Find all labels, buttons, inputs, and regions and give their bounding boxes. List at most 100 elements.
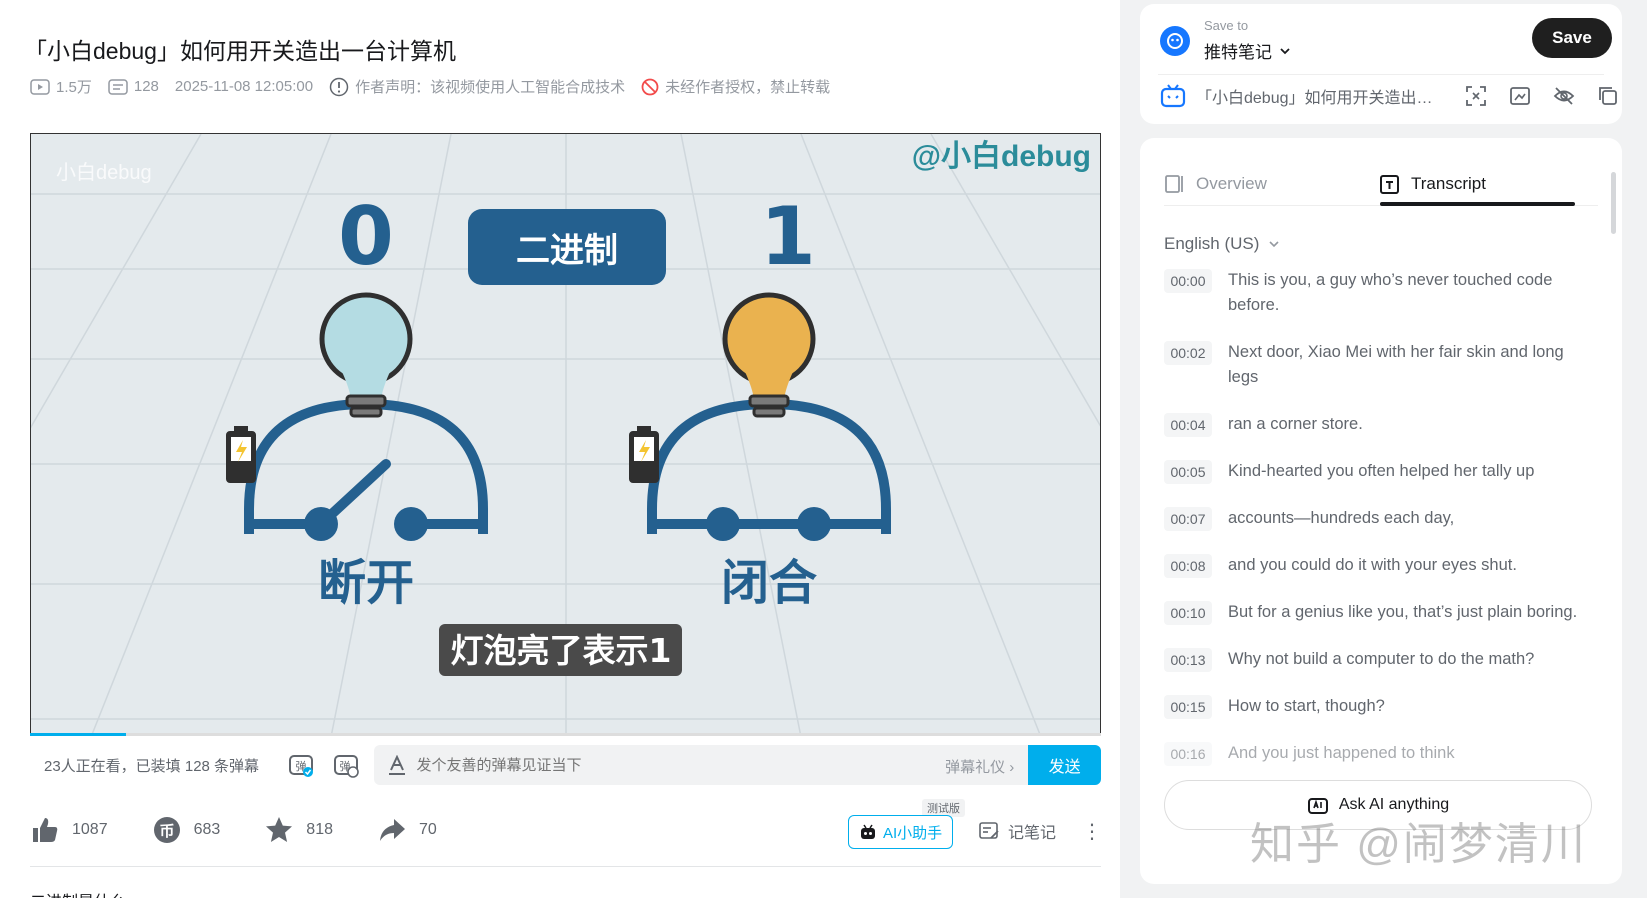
transcript-text: Why not build a computer to do the math?	[1228, 650, 1535, 668]
coin-icon: 币	[153, 817, 180, 843]
tab-overview[interactable]: Overview	[1164, 166, 1267, 202]
active-tab-indicator	[1380, 202, 1575, 206]
thumbs-up-icon	[33, 818, 58, 842]
ai-statement: 作者声明：该视频使用人工智能合成技术	[329, 76, 625, 97]
transcript-line[interactable]: 00:08 and you could do it with your eyes …	[1164, 553, 1594, 578]
danmaku-count-icon	[108, 78, 128, 95]
tab-overview-label: Overview	[1196, 174, 1267, 193]
save-target-select[interactable]: 推特笔记	[1204, 38, 1292, 63]
hide-eye-icon[interactable]	[1552, 84, 1576, 108]
transcript-timestamp[interactable]: 00:16	[1164, 742, 1212, 766]
video-frame: @小白debug 小白debug 二进制 0 1 断开 闭合 灯泡亮了表示1	[31, 134, 1100, 735]
danmaku-input-wrap: 弹幕礼仪 ›	[374, 745, 1029, 785]
transcript-line[interactable]: 00:04 ran a corner store.	[1164, 412, 1594, 437]
video-title: 「小白debug」如何用开关造出一台计算机	[24, 38, 456, 64]
views-stat: 1.5万	[30, 76, 92, 97]
transcript-text: But for a genius like you, that’s just p…	[1228, 603, 1578, 621]
transcript-timestamp[interactable]: 00:00	[1164, 269, 1212, 293]
transcript-timestamp[interactable]: 00:13	[1164, 648, 1212, 672]
transcript-timestamp[interactable]: 00:05	[1164, 460, 1212, 484]
danmaku-input[interactable]	[416, 756, 877, 774]
transcript-line[interactable]: 00:05 Kind-hearted you often helped her t…	[1164, 459, 1594, 484]
transcript-timestamp[interactable]: 00:10	[1164, 601, 1212, 625]
save-panel: Save to 推特笔记 Save 「小白debug」如何用开关造出一台计算机	[1140, 4, 1622, 124]
tab-transcript-label: Transcript	[1411, 174, 1486, 193]
transcript-timestamp[interactable]: 00:07	[1164, 507, 1212, 531]
transcript-scrollbar[interactable]	[1611, 172, 1616, 234]
danmaku-count: 128	[133, 78, 159, 95]
channel-watermark: @小白debug	[912, 140, 1091, 173]
transcript-timestamp[interactable]: 00:02	[1164, 341, 1212, 365]
transcript-line[interactable]: 00:02 Next door, Xiao Mei with her fair s…	[1164, 340, 1594, 390]
panel-tabs: Overview Transcript	[1164, 166, 1598, 206]
transcript-icon	[1380, 175, 1399, 194]
ask-ai-label: Ask AI anything	[1338, 796, 1450, 813]
saved-item-title: 「小白debug」如何用开关造出一台计算机	[1196, 90, 1444, 107]
publish-date: 2025-11-08 12:05:00	[174, 78, 314, 95]
tab-transcript[interactable]: Transcript	[1379, 166, 1486, 202]
views-count: 1.5万	[56, 79, 92, 96]
ai-assistant-button[interactable]: AI小助手	[848, 815, 954, 849]
transcript-timestamp[interactable]: 00:04	[1164, 413, 1212, 437]
save-app-logo-icon	[1160, 26, 1190, 56]
favorite-button[interactable]: 818	[264, 815, 333, 845]
save-divider	[1158, 74, 1604, 75]
danmaku-settings-icon[interactable]: 弹	[332, 750, 361, 780]
statement-text: 作者声明：该视频使用人工智能合成技术	[355, 79, 626, 96]
copyright-notice: 未经作者授权，禁止转载	[641, 76, 830, 97]
ask-ai-input[interactable]: Ask AI anything	[1164, 780, 1592, 830]
ai-chat-icon	[1307, 798, 1328, 814]
info-icon	[329, 77, 349, 96]
transcript-line[interactable]: 00:07 accounts—hundreds each day,	[1164, 506, 1594, 531]
like-button[interactable]: 1087	[30, 815, 108, 845]
video-actions: 1087 币 683 818 70 测试版 AI小助手 记笔记 ⋮	[30, 799, 1102, 855]
transcript-line[interactable]: 00:16 And you just happened to think	[1164, 741, 1594, 766]
copy-icon[interactable]	[1596, 84, 1620, 108]
transcript-text: How to start, though?	[1228, 697, 1385, 715]
transcript-lines: 00:00 This is you, a guy who’s never touc…	[1164, 268, 1594, 788]
more-options-icon[interactable]: ⋮	[1082, 819, 1102, 844]
font-style-icon[interactable]	[388, 755, 406, 775]
transcript-text: This is you, a guy who’s never touched c…	[1228, 271, 1553, 314]
language-select[interactable]: English (US)	[1164, 234, 1281, 254]
transcript-timestamp[interactable]: 00:15	[1164, 695, 1212, 719]
closed-label: 闭合	[721, 555, 817, 611]
transcript-text: ran a corner store.	[1228, 415, 1363, 433]
send-danmaku-button[interactable]: 发送	[1028, 745, 1101, 785]
transcript-line[interactable]: 00:13 Why not build a computer to do the …	[1164, 647, 1594, 672]
transcript-panel: Overview Transcript English (US) 00:00 Th…	[1140, 138, 1622, 884]
danmaku-bar: 23人正在看，已装填 128 条弹幕 弹 弹 弹幕礼仪 › 发送	[30, 740, 1101, 790]
saved-item-row: 「小白debug」如何用开关造出一台计算机	[1160, 84, 1620, 108]
screenshot-icon[interactable]	[1508, 84, 1532, 108]
bilibili-tv-icon	[1160, 84, 1186, 108]
share-button[interactable]: 70	[377, 815, 437, 845]
svg-text:币: 币	[159, 822, 174, 840]
transcript-line[interactable]: 00:10 But for a genius like you, that’s j…	[1164, 600, 1594, 625]
description-peek: 二进制是什么	[30, 888, 126, 898]
share-arrow-icon	[380, 819, 405, 841]
digit-one: 1	[760, 190, 816, 283]
transcript-line[interactable]: 00:15 How to start, though?	[1164, 694, 1594, 719]
save-target-name: 推特笔记	[1204, 43, 1272, 62]
robot-icon	[861, 824, 875, 839]
subtitle-text: 灯泡亮了表示1	[451, 631, 672, 670]
coin-count: 683	[193, 821, 221, 838]
video-progress-bar[interactable]	[30, 733, 1101, 736]
save-button[interactable]: Save	[1532, 18, 1612, 58]
danmaku-toggle-icon[interactable]: 弹	[287, 750, 316, 780]
copyright-text: 未经作者授权，禁止转载	[665, 79, 831, 96]
transcript-line[interactable]: 00:00 This is you, a guy who’s never touc…	[1164, 268, 1594, 318]
transcript-text: accounts—hundreds each day,	[1228, 509, 1455, 527]
take-note-button[interactable]: 记笔记	[978, 819, 1056, 843]
danmaku-etiquette-link[interactable]: 弹幕礼仪 ›	[945, 756, 1014, 777]
play-count-icon	[30, 78, 50, 95]
video-page: 「小白debug」如何用开关造出一台计算机 1.5万 128 2025-11-0…	[0, 0, 1120, 898]
video-player[interactable]: @小白debug 小白debug 二进制 0 1 断开 闭合 灯泡亮了表示1	[30, 133, 1101, 736]
coin-button[interactable]: 币 683	[152, 815, 221, 845]
fullscreen-capture-icon[interactable]	[1464, 84, 1488, 108]
faint-watermark: 小白debug	[56, 161, 152, 184]
transcript-timestamp[interactable]: 00:08	[1164, 554, 1212, 578]
danmaku-stat: 128	[108, 78, 159, 96]
star-icon	[266, 817, 293, 842]
favorite-count: 818	[306, 821, 333, 838]
